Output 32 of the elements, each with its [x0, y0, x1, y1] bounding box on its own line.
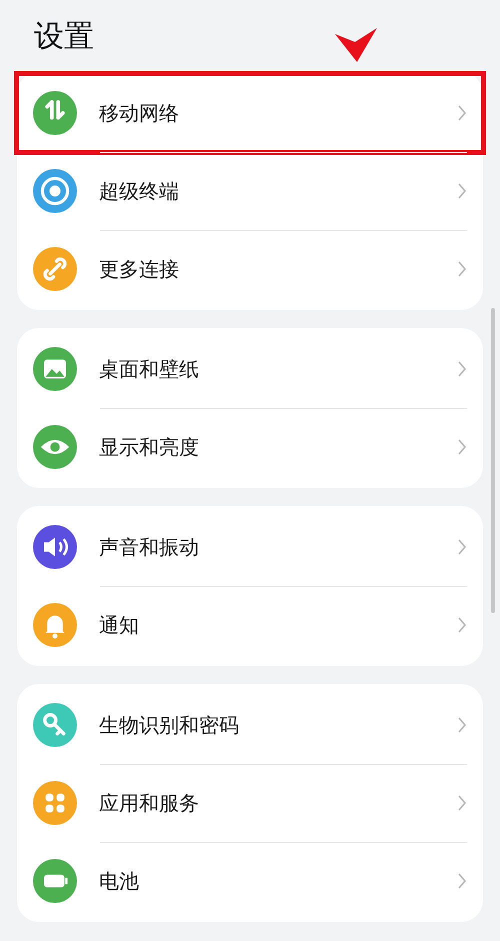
chevron-icon: [457, 538, 467, 556]
item-label: 桌面和壁纸: [99, 356, 200, 382]
chevron-icon: [457, 104, 467, 122]
item-label: 应用和服务: [99, 790, 200, 816]
chevron-icon: [457, 616, 467, 634]
item-label: 超级终端: [99, 178, 180, 204]
item-label: 显示和亮度: [99, 434, 200, 460]
item-label: 移动网络: [99, 100, 180, 126]
settings-item[interactable]: 电池: [17, 842, 483, 920]
chevron-icon: [457, 794, 467, 812]
chevron-icon: [457, 872, 467, 890]
item-label: 生物识别和密码: [99, 712, 240, 738]
item-label: 电池: [99, 868, 140, 894]
chevron-icon: [457, 716, 467, 734]
check-mark-icon: [335, 28, 377, 62]
settings-item[interactable]: 桌面和壁纸: [17, 330, 483, 408]
settings-item[interactable]: 更多连接: [17, 230, 483, 308]
settings-item[interactable]: 应用和服务: [17, 764, 483, 842]
item-label: 通知: [99, 612, 140, 638]
chevron-icon: [457, 438, 467, 456]
settings-item[interactable]: 超级终端: [17, 152, 483, 230]
chevron-icon: [457, 360, 467, 378]
item-label: 更多连接: [99, 256, 180, 282]
settings-item[interactable]: 移动网络: [17, 74, 483, 152]
settings-item[interactable]: 声音和振动: [17, 508, 483, 586]
settings-item[interactable]: 显示和亮度: [17, 408, 483, 486]
chevron-icon: [457, 182, 467, 200]
settings-item[interactable]: 生物识别和密码: [17, 686, 483, 764]
page-title: 设置: [33, 18, 94, 56]
chevron-icon: [457, 260, 467, 278]
settings-item[interactable]: 通知: [17, 586, 483, 664]
item-label: 声音和振动: [99, 534, 200, 560]
